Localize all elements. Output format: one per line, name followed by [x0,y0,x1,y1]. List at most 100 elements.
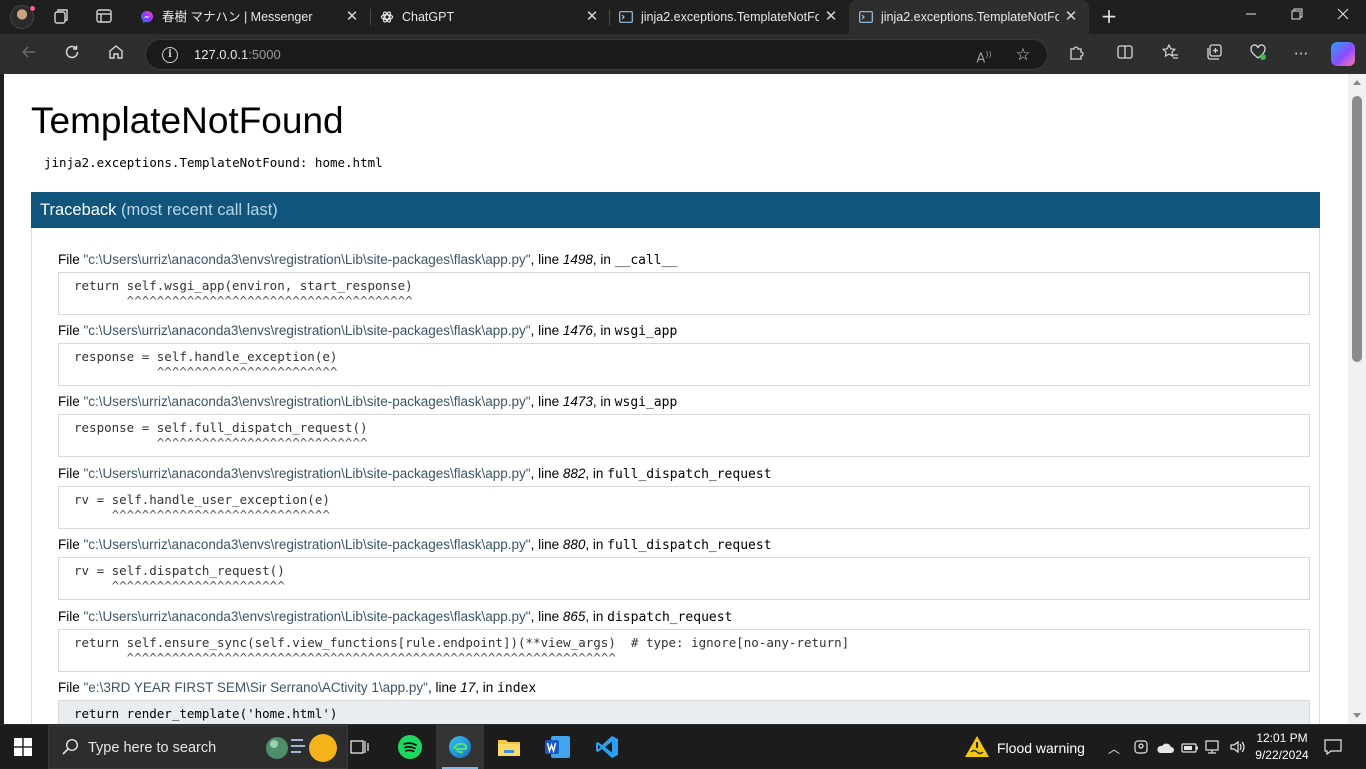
back-button[interactable] [18,43,40,65]
refresh-button[interactable] [61,43,83,65]
home-button[interactable] [105,43,127,65]
tab-jinja-error-2[interactable]: jinja2.exceptions.TemplateNotFou ✕ [849,0,1089,34]
close-tab-icon[interactable]: ✕ [823,8,839,24]
add-favorite-icon[interactable]: ☆ [1013,45,1033,65]
meet-now-icon[interactable] [1133,739,1149,759]
split-screen-icon[interactable] [1114,43,1136,65]
new-tab-button[interactable]: + [1098,6,1120,28]
traceback-frame-app: File "e:\3RD YEAR FIRST SEM\Sir Serrano\… [58,680,1310,724]
onedrive-icon[interactable] [1156,740,1174,759]
url-port: :5000 [248,47,281,62]
collections-icon[interactable] [1203,43,1225,65]
code-line: response = self.full_dispatch_request() [74,420,368,435]
traceback-body: File "c:\Users\urriz\anaconda3\envs\regi… [31,228,1320,724]
minimize-button[interactable] [1228,0,1274,34]
scroll-down-icon[interactable] [1353,713,1361,718]
frame-code[interactable]: rv = self.handle_user_exception(e) ^^^^^… [58,486,1310,529]
frame-function: wsgi_app [614,324,678,339]
code-caret: ^^^^^^^^^^^^^^^^^^^^^^^ [74,578,285,593]
close-window-button[interactable] [1320,0,1366,34]
spotify-icon[interactable] [398,735,422,763]
terminal-page-icon [859,10,873,24]
weather-text[interactable]: Flood warning [997,740,1085,756]
tab-label: jinja2.exceptions.TemplateNotFou [881,10,1059,24]
url-text[interactable]: 127.0.0.1:5000 [194,47,281,62]
close-tab-icon[interactable]: ✕ [584,8,600,24]
page-scrollbar[interactable] [1348,74,1366,724]
close-tab-icon[interactable]: ✕ [1063,8,1079,24]
task-view-icon[interactable] [350,737,370,761]
close-tab-icon[interactable]: ✕ [344,8,360,24]
frame-filename: "c:\Users\urriz\anaconda3\envs\registrat… [83,537,531,552]
traceback-frame: File "c:\Users\urriz\anaconda3\envs\regi… [58,537,1310,600]
workspaces-icon[interactable] [52,7,72,27]
scrollbar-thumb[interactable] [1352,96,1362,362]
tab-actions-icon[interactable] [94,7,114,27]
traceback-title: Traceback [40,201,117,219]
frame-code[interactable]: return self.ensure_sync(self.view_functi… [58,629,1310,672]
tab-jinja-error-1[interactable]: jinja2.exceptions.TemplateNotFou ✕ [609,0,849,34]
frame-function: dispatch_request [607,610,733,625]
frame-location: File "c:\Users\urriz\anaconda3\envs\regi… [58,537,772,553]
chatgpt-icon [380,10,394,24]
network-icon[interactable] [1205,739,1223,759]
frame-code[interactable]: return self.wsgi_app(environ, start_resp… [58,272,1310,315]
more-menu-icon[interactable]: ··· [1290,43,1312,65]
frame-line-number: 1473 [562,394,593,409]
tab-messenger[interactable]: 春樹 マナハン | Messenger ✕ [130,0,370,34]
clock-time: 12:01 PM [1256,731,1308,745]
scroll-up-icon[interactable] [1353,80,1361,85]
frame-line-number: 880 [562,537,586,552]
frame-code[interactable]: rv = self.dispatch_request() ^^^^^^^^^^^… [58,557,1310,600]
traceback-subtitle: (most recent call last) [121,201,278,219]
read-aloud-icon[interactable]: A)) [975,46,993,66]
error-message: jinja2.exceptions.TemplateNotFound: home… [44,155,383,170]
taskbar-search-box[interactable]: Type here to search [48,725,348,769]
clock-date: 9/22/2024 [1255,748,1309,762]
edge-taskbar-button[interactable] [436,725,484,769]
address-bar[interactable]: i 127.0.0.1:5000 A)) ☆ [145,39,1048,70]
frame-function: __call__ [614,253,678,268]
browser-essentials-icon[interactable] [1247,43,1269,65]
traceback-frame: File "c:\Users\urriz\anaconda3\envs\regi… [58,323,1310,386]
code-caret: ^^^^^^^^^^^^^^^^^^^^^^^^ [74,364,338,379]
frame-function: index [497,681,537,696]
weather-warning-icon[interactable] [964,735,990,763]
frame-code[interactable]: response = self.handle_exception(e) ^^^^… [58,343,1310,386]
frame-function: full_dispatch_request [607,467,772,482]
tab-label: jinja2.exceptions.TemplateNotFou [641,10,819,24]
frame-code[interactable]: return render_template('home.html') [58,700,1310,724]
windows-start-icon[interactable] [14,738,32,760]
battery-icon[interactable] [1181,740,1199,759]
vscode-icon[interactable] [595,735,619,763]
favorites-icon[interactable] [1159,43,1181,65]
extensions-icon[interactable] [1066,43,1088,65]
url-host: 127.0.0.1 [194,47,249,62]
edge-icon [448,735,472,763]
code-line: rv = self.handle_user_exception(e) [74,492,330,507]
notifications-icon[interactable] [1324,738,1342,760]
frame-line-number: 865 [562,609,586,624]
file-explorer-icon[interactable] [497,735,521,763]
site-info-icon[interactable]: i [162,47,178,63]
code-line: return self.ensure_sync(self.view_functi… [74,635,850,650]
terminal-page-icon [619,10,633,24]
word-icon[interactable] [545,735,571,763]
clock[interactable]: 12:01 PM 9/22/2024 [1252,730,1312,764]
frame-filename: "c:\Users\urriz\anaconda3\envs\registrat… [83,252,531,267]
tab-chatgpt[interactable]: ChatGPT ✕ [370,0,610,34]
notification-dot [29,5,36,12]
tab-strip: 春樹 マナハン | Messenger ✕ ChatGPT ✕ jinja2.e… [0,0,1366,34]
show-hidden-icons-icon[interactable]: ︿ [1108,740,1120,757]
traceback-frame: File "c:\Users\urriz\anaconda3\envs\regi… [58,252,1310,315]
copilot-icon[interactable] [1331,42,1355,66]
volume-icon[interactable] [1229,739,1247,759]
code-caret: ^^^^^^^^^^^^^^^^^^^^^^^^^^^^^ [74,507,330,522]
frame-code[interactable]: response = self.full_dispatch_request() … [58,414,1310,457]
restore-button[interactable] [1274,0,1320,34]
search-placeholder: Type here to search [88,740,217,756]
code-caret: ^^^^^^^^^^^^^^^^^^^^^^^^^^^^^^^^^^^^^^ [74,293,413,308]
frame-line-number: 882 [562,466,586,481]
code-caret: ^^^^^^^^^^^^^^^^^^^^^^^^^^^^ [74,435,368,450]
frame-filename: "c:\Users\urriz\anaconda3\envs\registrat… [83,609,531,624]
